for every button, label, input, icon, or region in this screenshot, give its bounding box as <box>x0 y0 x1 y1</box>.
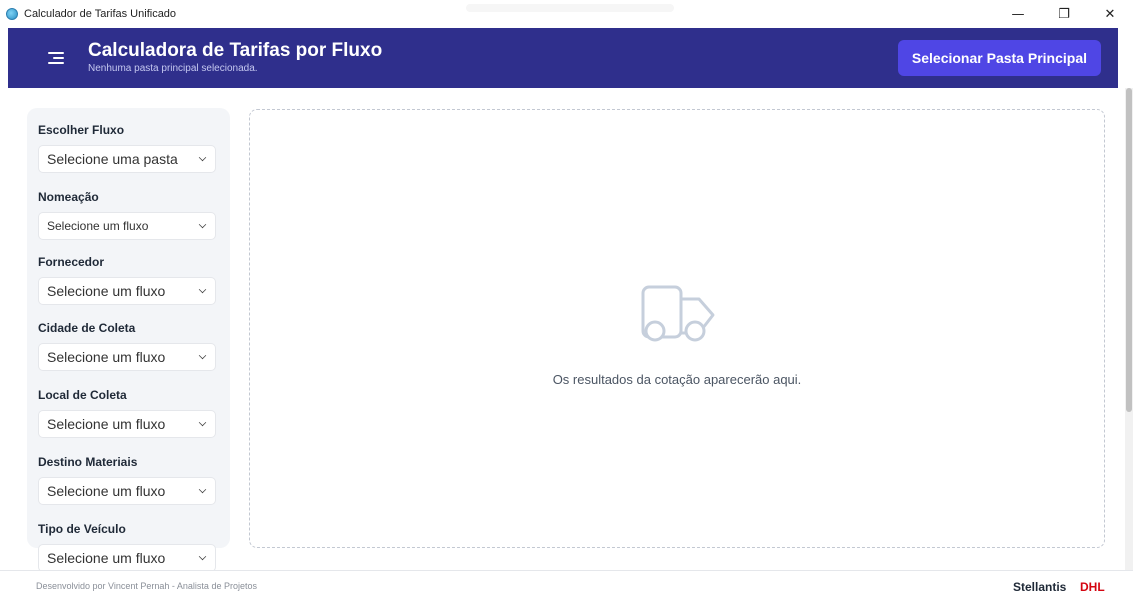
select-main-folder-button[interactable]: Selecionar Pasta Principal <box>897 40 1101 76</box>
field-nomeacao: Nomeação Selecione um fluxo <box>38 189 218 240</box>
truck-icon <box>641 285 715 342</box>
select-value: Selecione um fluxo <box>47 219 149 233</box>
header-text: Calculadora de Tarifas por Fluxo Nenhuma… <box>88 40 382 76</box>
app-globe-icon <box>6 8 18 20</box>
select-value: Selecione um fluxo <box>47 349 166 365</box>
pickup-location-select[interactable]: Selecione um fluxo <box>38 410 216 438</box>
chevron-down-icon <box>198 285 207 294</box>
chevron-down-icon <box>198 153 207 162</box>
app-header: Calculadora de Tarifas por Fluxo Nenhuma… <box>8 28 1118 88</box>
chevron-down-icon <box>198 485 207 494</box>
select-value: Selecione um fluxo <box>47 283 166 299</box>
chevron-down-icon <box>198 220 207 229</box>
close-button[interactable]: ✕ <box>1087 0 1133 28</box>
restore-button[interactable]: ❐ <box>1041 0 1087 28</box>
field-cidade-coleta: Cidade de Coleta Selecione um fluxo <box>38 320 218 371</box>
page-scrollbar[interactable] <box>1125 88 1133 570</box>
titlebar-search-area <box>466 4 674 12</box>
chevron-down-icon <box>198 418 207 427</box>
field-label: Nomeação <box>38 190 99 204</box>
naming-select[interactable]: Selecione um fluxo <box>38 212 216 240</box>
window-titlebar: Calculador de Tarifas Unificado — ❐ ✕ <box>0 0 1133 28</box>
chevron-down-icon <box>198 552 207 561</box>
app-footer: Desenvolvido por Vincent Pernah - Analis… <box>0 570 1133 601</box>
field-local-coleta: Local de Coleta Selecione um fluxo <box>38 387 218 438</box>
folder-status: Nenhuma pasta principal selecionada. <box>88 63 258 74</box>
flow-select[interactable]: Selecione uma pasta <box>38 145 216 173</box>
dhl-logo: DHL <box>1080 580 1105 594</box>
field-fornecedor: Fornecedor Selecione um fluxo <box>38 254 218 305</box>
field-escolher-fluxo: Escolher Fluxo Selecione uma pasta <box>38 122 218 173</box>
field-label: Escolher Fluxo <box>38 123 125 137</box>
window-controls: — ❐ ✕ <box>995 0 1133 28</box>
field-label: Cidade de Coleta <box>38 321 136 335</box>
select-value: Selecione um fluxo <box>47 550 166 566</box>
select-value: Selecione um fluxo <box>47 483 166 499</box>
window-title: Calculador de Tarifas Unificado <box>24 8 177 20</box>
stellantis-logo: Stellantis <box>1013 580 1067 594</box>
vehicle-type-select[interactable]: Selecione um fluxo <box>38 544 216 572</box>
field-destino-materiais: Destino Materiais Selecione um fluxo <box>38 454 218 505</box>
page-title: Calculadora de Tarifas por Fluxo <box>88 40 383 61</box>
select-value: Selecione uma pasta <box>47 151 178 167</box>
supplier-select[interactable]: Selecione um fluxo <box>38 277 216 305</box>
field-label: Tipo de Veículo <box>38 522 126 536</box>
field-tipo-veiculo: Tipo de Veículo Selecione um fluxo <box>38 521 218 572</box>
footer-credit: Desenvolvido por Vincent Pernah - Analis… <box>36 581 257 591</box>
filters-sidebar: Escolher Fluxo Selecione uma pasta Nomea… <box>27 108 230 572</box>
pickup-city-select[interactable]: Selecione um fluxo <box>38 343 216 371</box>
minimize-button[interactable]: — <box>995 0 1041 28</box>
results-placeholder: Os resultados da cotação aparecerão aqui… <box>552 372 802 387</box>
destination-select[interactable]: Selecione um fluxo <box>38 477 216 505</box>
field-label: Fornecedor <box>38 255 105 269</box>
results-panel: Os resultados da cotação aparecerão aqui… <box>249 109 1105 548</box>
chevron-down-icon <box>198 351 207 360</box>
menu-icon[interactable] <box>48 52 64 64</box>
scrollbar-thumb[interactable] <box>1126 88 1132 412</box>
field-label: Destino Materiais <box>38 455 138 469</box>
field-label: Local de Coleta <box>38 388 127 402</box>
select-value: Selecione um fluxo <box>47 416 166 432</box>
